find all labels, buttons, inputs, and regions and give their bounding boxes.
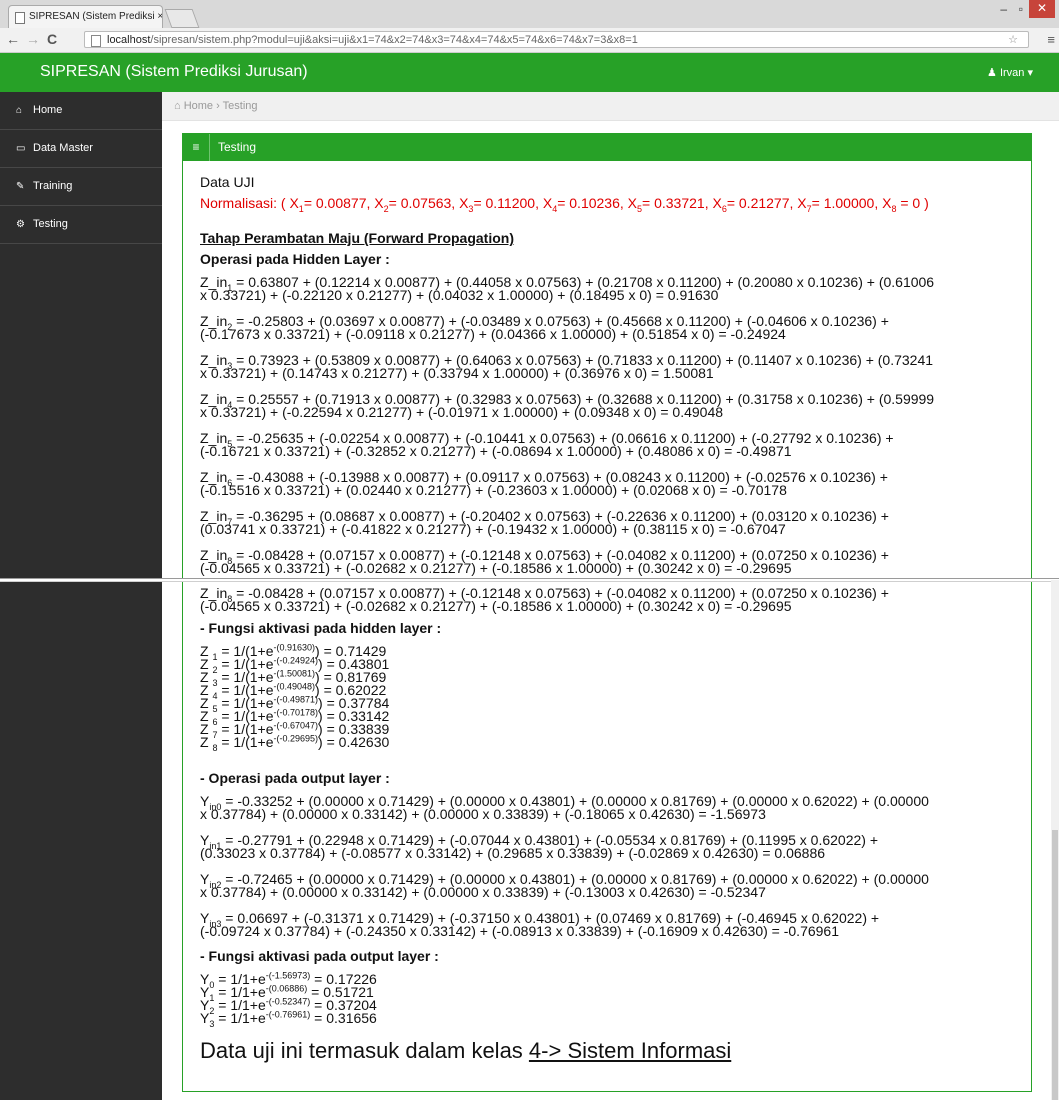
forward-icon[interactable]: → xyxy=(26,31,40,47)
url-field[interactable]: localhost/sipresan/sistem.php?modul=uji&… xyxy=(84,31,1029,48)
normalisasi-text: Normalisasi: ( X1= 0.00877, X2= 0.07563,… xyxy=(200,195,929,214)
sidebar-item-label: Home xyxy=(33,104,63,116)
url-path: /sipresan/sistem.php?modul=uji&aksi=uji&… xyxy=(150,34,638,46)
cogs-icon: ⚙ xyxy=(16,219,25,230)
y-in-equation-cont: x 0.37784) + (0.00000 x 0.33142) + (0.00… xyxy=(200,884,766,900)
z-in-equation-cont: (-0.17673 x 0.33721) + (-0.09118 x 0.212… xyxy=(200,326,786,342)
sidebar-item-testing[interactable]: ⚙ Testing xyxy=(0,206,162,244)
user-menu[interactable]: ♟ Irvan ▾ xyxy=(987,66,1033,79)
panel-body: Data UJI Normalisasi: ( X1= 0.00877, X2= … xyxy=(183,161,1031,1091)
z-in-equation-cont: x 0.33721) + (0.14743 x 0.21277) + (0.33… xyxy=(200,365,714,381)
scrollbar-thumb[interactable] xyxy=(1052,830,1058,1100)
z-activation: Z 8 = 1/(1+e-(-0.29695)) = 0.42630 xyxy=(200,733,390,753)
browser-menu-icon[interactable]: ≡ xyxy=(1047,32,1055,47)
panel-header: ≡ Testing xyxy=(183,134,1031,161)
panel-title: Testing xyxy=(218,140,257,154)
scrollbar[interactable] xyxy=(1051,580,1059,1100)
breadcrumb-home[interactable]: Home xyxy=(184,100,213,112)
sidebar-item-data-master[interactable]: ▭ Data Master xyxy=(0,130,162,168)
sidebar-item-label: Testing xyxy=(33,218,68,230)
home-icon: ⌂ xyxy=(174,100,184,112)
user-icon: ♟ xyxy=(987,67,1000,79)
forward-heading: Tahap Perambatan Maju (Forward Propagati… xyxy=(200,230,515,246)
sidebar-item-label: Data Master xyxy=(33,142,93,154)
back-icon[interactable]: ← xyxy=(6,31,20,47)
z-in-equation-cont: (0.03741 x 0.33721) + (-0.41822 x 0.2127… xyxy=(200,521,786,537)
close-window-icon[interactable]: ✕ xyxy=(1029,0,1055,18)
reload-icon[interactable]: C xyxy=(47,31,57,47)
testing-panel: ≡ Testing Data UJI Normalisasi: ( X1= 0.00… xyxy=(182,133,1032,1092)
sidebar-item-training[interactable]: ✎ Training xyxy=(0,168,162,206)
url-host: localhost xyxy=(107,34,151,46)
breadcrumb: ⌂ Home › Testing xyxy=(162,92,1059,121)
edit-icon: ✎ xyxy=(16,181,25,192)
folder-icon: ▭ xyxy=(16,143,26,154)
app-brand[interactable]: SIPRESAN (Sistem Prediksi Jurusan) xyxy=(40,63,308,81)
new-tab-button[interactable] xyxy=(164,9,200,28)
menu-bars-icon: ≡ xyxy=(183,134,210,161)
tab-title: SIPRESAN (Sistem Prediksi × xyxy=(29,11,163,22)
z-in-equation-cont: (-0.04565 x 0.33721) + (-0.02682 x 0.212… xyxy=(200,598,792,614)
top-navbar: SIPRESAN (Sistem Prediksi Jurusan) ♟ Irv… xyxy=(0,53,1059,92)
y-in-equation-cont: x 0.37784) + (0.00000 x 0.33142) + (0.00… xyxy=(200,806,766,822)
home-icon: ⌂ xyxy=(16,105,23,116)
output-heading: - Operasi pada output layer : xyxy=(200,770,390,786)
browser-tab[interactable]: SIPRESAN (Sistem Prediksi × xyxy=(8,5,163,28)
browser-titlebar: SIPRESAN (Sistem Prediksi × – ▫ ✕ xyxy=(0,0,1059,28)
z-in-equation-cont: (-0.15516 x 0.33721) + (0.02440 x 0.2127… xyxy=(200,482,787,498)
maximize-icon[interactable]: ▫ xyxy=(1019,2,1023,16)
z-in-equation-cont: x 0.33721) + (-0.22594 x 0.21277) + (-0.… xyxy=(200,404,724,420)
y-activation: Y3 = 1/1+e-(-0.76961) = 0.31656 xyxy=(200,1009,377,1029)
minimize-icon[interactable]: – xyxy=(1000,2,1007,16)
result-text: Data uji ini termasuk dalam kelas 4-> Si… xyxy=(200,1038,732,1063)
address-bar: ← → C localhost/sipresan/sistem.php?modu… xyxy=(0,28,1059,53)
sidebar: ⌂ Home ▭ Data Master ✎ Training ⚙ Testing xyxy=(0,92,162,1100)
y-in-equation-cont: (0.33023 x 0.37784) + (-0.08577 x 0.3314… xyxy=(200,845,826,861)
z-in-equation-cont: (-0.16721 x 0.33721) + (-0.32852 x 0.212… xyxy=(200,443,792,459)
page-icon xyxy=(91,35,101,47)
z-in-equation-cont: (-0.04565 x 0.33721) + (-0.02682 x 0.212… xyxy=(200,560,792,576)
y-in-equation-cont: (-0.09724 x 0.37784) + (-0.24350 x 0.331… xyxy=(200,923,840,939)
act-hidden-heading: - Fungsi aktivasi pada hidden layer : xyxy=(200,620,442,636)
screenshot-seam xyxy=(0,578,1059,582)
bookmark-star-icon[interactable]: ☆ xyxy=(1008,32,1018,49)
data-uji-label: Data UJI xyxy=(200,174,255,190)
z-in-equation-cont: x 0.33721) + (-0.22120 x 0.21277) + (0.0… xyxy=(200,287,719,303)
result-class-link[interactable]: 4-> Sistem Informasi xyxy=(529,1038,731,1063)
breadcrumb-separator: › xyxy=(216,100,220,112)
breadcrumb-current: Testing xyxy=(222,100,258,112)
sidebar-item-home[interactable]: ⌂ Home xyxy=(0,92,162,130)
act-output-heading: - Fungsi aktivasi pada output layer : xyxy=(200,948,439,964)
sidebar-item-label: Training xyxy=(33,180,73,192)
hidden-heading: Operasi pada Hidden Layer : xyxy=(200,251,390,267)
page-icon xyxy=(15,12,25,24)
user-name: Irvan ▾ xyxy=(999,67,1033,79)
